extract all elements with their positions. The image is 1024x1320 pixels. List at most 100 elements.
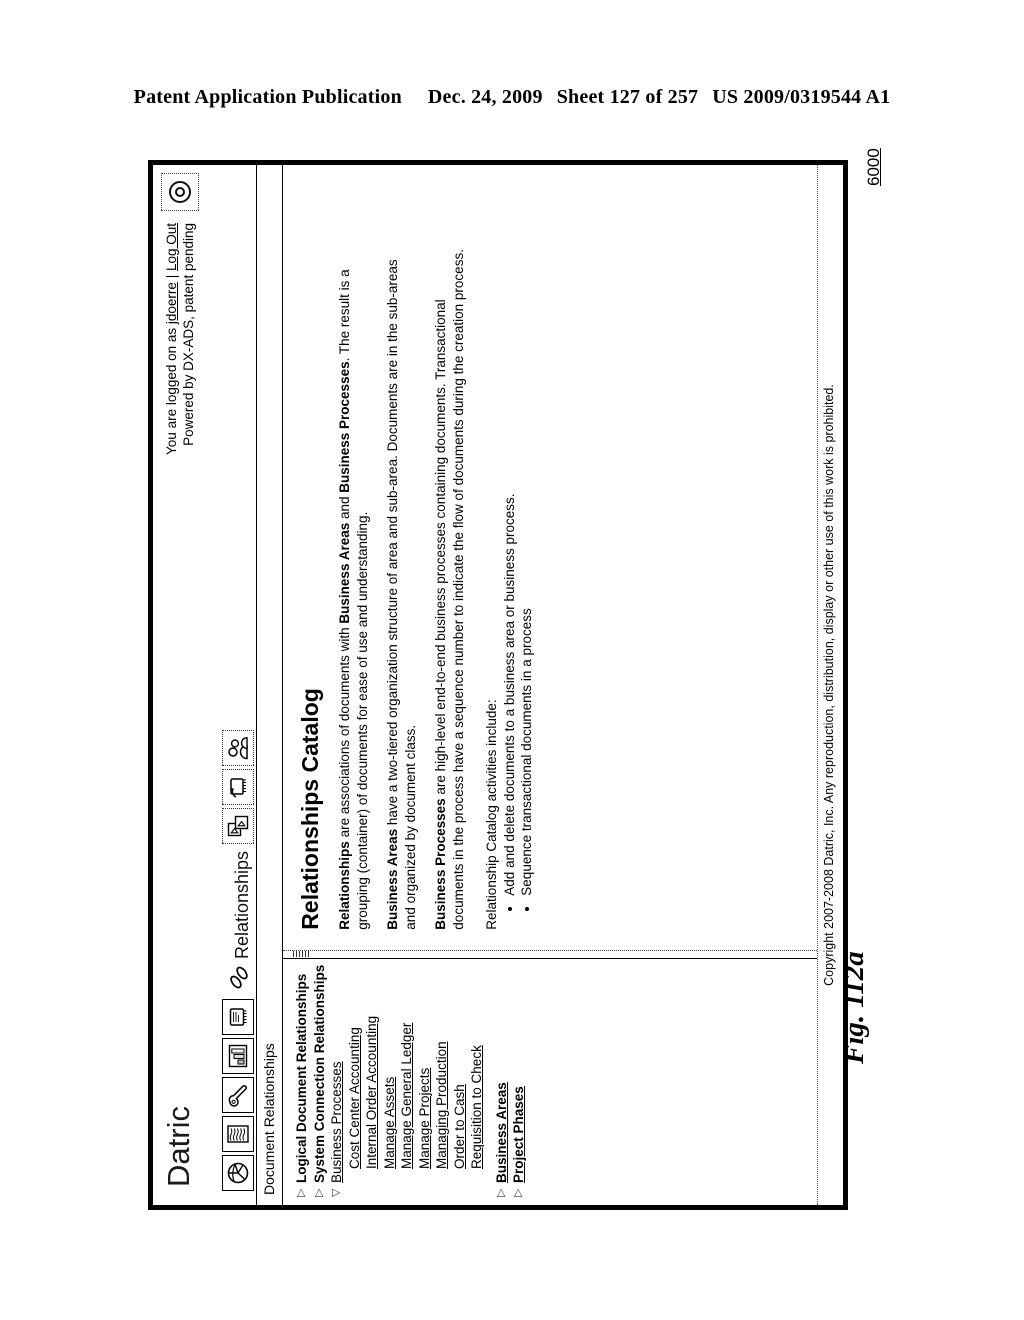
chevron-right-icon[interactable]: ▷ (510, 1183, 528, 1197)
paragraph-0-mid: and (337, 492, 352, 523)
term-relationships: Relationships (337, 841, 352, 930)
toolbar-button-system[interactable] (222, 999, 254, 1035)
activity-item: Add and delete documents to a business a… (501, 183, 519, 895)
sidebar-item-label: System Connection Relationships (311, 964, 327, 1183)
panel-splitter[interactable] (283, 949, 817, 959)
rotated-ui-container: Datric You are logged on as jdoerre | Lo… (148, 160, 848, 1210)
sidebar-item-requisition-to-check[interactable]: Requisition to Check (468, 965, 486, 1197)
term-business-areas-2: Business Areas (385, 828, 400, 930)
wrench-tools-icon (228, 1085, 247, 1107)
sidebar-item-logical-document-relationships[interactable]: ▷ Logical Document Relationships (293, 965, 311, 1197)
documents-windows-icon (227, 815, 249, 837)
tab-strip: Document Relationships (257, 165, 283, 1205)
sidebar-item-label: Manage General Ledger (399, 1022, 414, 1169)
activities-intro: Relationship Catalog activities include: (484, 699, 499, 930)
toolbar-active-label: Relationships (232, 850, 252, 959)
sidebar-item-label: Managing Production (434, 1041, 449, 1169)
sidebar-item-manage-projects[interactable]: Manage Projects (416, 965, 434, 1197)
username-link[interactable]: jdoerre (164, 282, 179, 324)
relationships-clip-icon (228, 964, 250, 990)
sidebar-item-cost-center-accounting[interactable]: Cost Center Accounting (346, 965, 364, 1197)
help-button[interactable] (161, 173, 199, 211)
sidebar-item-business-processes[interactable]: ▽ Business Processes (328, 965, 346, 1197)
paragraph-business-processes: Business Processes are high-level end-to… (432, 240, 467, 930)
toolbar-button-ledger[interactable] (222, 1116, 254, 1152)
sheet-number: Sheet 127 of 257 (556, 86, 699, 108)
chevron-right-icon[interactable]: ▽ (328, 1183, 346, 1197)
patent-page-header: Patent Application Publication Dec. 24, 2… (0, 86, 1024, 109)
publication-title: Patent Application Publication (133, 86, 402, 108)
patent-number: US 2009/0319544 A1 (712, 86, 891, 108)
toolbar-button-users[interactable] (222, 729, 254, 766)
icon-toolbar: Relationships (222, 729, 254, 1191)
page-title: Relationships Catalog (297, 688, 323, 930)
chip-icon (229, 1008, 247, 1026)
term-business-processes: Business Processes (337, 361, 352, 493)
toolbar-button-documents[interactable] (222, 807, 254, 844)
sidebar-item-label: Business Areas (493, 1082, 509, 1183)
term-business-areas: Business Areas (337, 522, 352, 624)
splitter-grip-icon (293, 950, 309, 957)
sidebar-item-label: Manage Assets (381, 1076, 397, 1169)
sidebar-item-business-areas[interactable]: ▷ Business Areas (493, 965, 511, 1197)
login-line-1: You are logged on as jdoerre | Log Out (163, 223, 180, 455)
sidebar-item-label: Order to Cash (451, 1084, 467, 1169)
login-status: You are logged on as jdoerre | Log Out P… (163, 223, 197, 455)
toolbar-button-connections[interactable] (222, 768, 254, 805)
main-body: ▷ Logical Document Relationships ▷ System C… (283, 165, 817, 1205)
help-ring-icon (169, 181, 191, 203)
bar-chart-icon (228, 1044, 248, 1068)
sidebar-item-manage-general-ledger[interactable]: Manage General Ledger (398, 965, 416, 1197)
tree-gap (486, 965, 493, 1197)
sidebar-item-label: Internal Order Accounting (364, 1015, 379, 1169)
chevron-right-icon[interactable]: ▷ (493, 1183, 511, 1197)
sidebar-item-order-to-cash[interactable]: Order to Cash (451, 965, 469, 1197)
sidebar-item-label: Manage Projects (416, 1067, 432, 1169)
globe-icon (227, 1162, 249, 1184)
app-banner: Datric You are logged on as jdoerre | Lo… (153, 165, 257, 1205)
application-window: Datric You are logged on as jdoerre | Lo… (148, 160, 848, 1210)
users-group-icon (228, 736, 248, 760)
sidebar-item-label: Business Processes (329, 1061, 344, 1183)
navigation-tree: ▷ Logical Document Relationships ▷ System C… (293, 965, 528, 1197)
ledger-pages-icon (227, 1125, 249, 1143)
chip-arrow-icon (230, 778, 246, 798)
sidebar-item-manage-assets[interactable]: Manage Assets (381, 965, 399, 1197)
copyright-text: Copyright 2007-2008 Datric, Inc. Any rep… (822, 384, 836, 986)
sidebar-item-label: Cost Center Accounting (346, 1027, 362, 1169)
chevron-right-icon[interactable]: ▷ (293, 1183, 311, 1197)
sidebar-item-system-connection-relationships[interactable]: ▷ System Connection Relationships (311, 965, 329, 1197)
login-prefix: You are logged on as (164, 324, 179, 455)
publication-date: Dec. 24, 2009 (427, 86, 543, 108)
paragraph-relationships: Relationships are associations of docume… (336, 240, 371, 930)
figure-stage: Datric You are logged on as jdoerre | Lo… (148, 160, 848, 1210)
log-out-link[interactable]: Log Out (164, 223, 179, 271)
sidebar-item-label: Requisition to Check (469, 1045, 484, 1169)
toolbar-button-reports[interactable] (222, 1038, 254, 1074)
login-separator: | (164, 271, 179, 283)
figure-label: Fig. 112a (838, 951, 870, 1064)
figure-reference-numeral: 6000 (864, 148, 883, 186)
activity-item: Sequence transactional documents in a pr… (518, 183, 536, 895)
term-business-processes-2: Business Processes (433, 798, 448, 930)
sidebar-item-label: Project Phases (511, 1086, 526, 1183)
sidebar-item-internal-order-accounting[interactable]: Internal Order Accounting (363, 965, 381, 1197)
sidebar-navigation: ▷ Logical Document Relationships ▷ System C… (283, 958, 817, 1205)
sidebar-item-managing-production[interactable]: Managing Production (433, 965, 451, 1197)
brand-logo: Datric (161, 1106, 196, 1187)
chevron-right-icon[interactable]: ▷ (311, 1183, 329, 1197)
tab-document-relationships[interactable]: Document Relationships (261, 1043, 277, 1195)
content-pane: Relationships Catalog Relationships are … (283, 165, 817, 950)
toolbar-button-globe[interactable] (222, 1155, 254, 1191)
toolbar-button-tools[interactable] (222, 1077, 254, 1113)
activities-list: Add and delete documents to a business a… (501, 183, 536, 930)
sidebar-item-project-phases[interactable]: ▷ Project Phases (510, 965, 528, 1197)
paragraph-0-rest: are associations of documents with (337, 623, 352, 842)
